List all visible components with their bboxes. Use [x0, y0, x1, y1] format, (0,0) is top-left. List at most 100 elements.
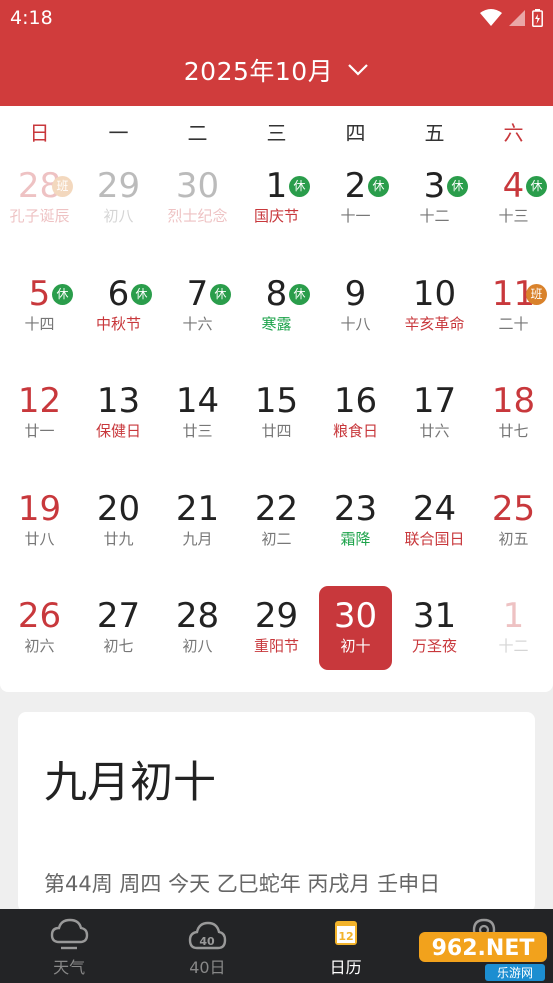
- day-number: 22: [254, 488, 299, 529]
- day-lunar-label: 二十: [498, 314, 529, 333]
- workday-badge: 班: [52, 176, 73, 197]
- weekday-label: 三: [266, 120, 287, 145]
- day-cell[interactable]: 27 初七: [79, 586, 158, 694]
- day-cell[interactable]: 1 十二: [474, 586, 553, 694]
- day-lunar-label: 中秋节: [95, 314, 141, 333]
- day-cell[interactable]: 6 中秋节休: [79, 264, 158, 372]
- day-number: 16: [333, 381, 378, 421]
- day-cell[interactable]: 7 十六休: [158, 264, 237, 372]
- lunar-date-info: 第44周 周四 今天 乙巳蛇年 丙戌月 壬申日: [44, 872, 441, 896]
- holiday-badge: 休: [210, 283, 231, 305]
- day-cell[interactable]: 28 孔子诞辰班: [0, 156, 79, 264]
- day-lunar-label: 联合国日: [404, 529, 465, 548]
- day-number: 31: [412, 596, 457, 636]
- tab-2[interactable]: 12 日历: [277, 909, 415, 983]
- chevron-down-icon[interactable]: [347, 63, 369, 77]
- day-cell[interactable]: 20 廿九: [79, 479, 158, 587]
- day-lunar-label: 重阳节: [253, 637, 299, 655]
- day-lunar-label: 寒露: [261, 314, 292, 333]
- day-cell[interactable]: 29 重阳节: [237, 586, 316, 694]
- day-cell[interactable]: 19 廿八: [0, 479, 79, 587]
- day-lunar-label: 廿七: [498, 422, 529, 440]
- day-cell[interactable]: 16 粮食日: [316, 371, 395, 479]
- status-time: 4:18: [10, 7, 53, 29]
- tab-label: 40日: [189, 958, 226, 977]
- day-number: 27: [96, 596, 141, 636]
- day-number: 1: [502, 596, 525, 636]
- status-bar: 4:18: [0, 0, 553, 36]
- day-cell[interactable]: 3 十二休: [395, 156, 474, 264]
- day-cell[interactable]: 28 初八: [158, 586, 237, 694]
- weekday-label: 日: [29, 120, 50, 145]
- day-cell[interactable]: 24 联合国日: [395, 479, 474, 587]
- day-lunar-label: 廿六: [419, 422, 450, 440]
- wifi-icon: [480, 9, 502, 26]
- day-cell[interactable]: 14 廿三: [158, 371, 237, 479]
- holiday-badge: 休: [368, 176, 389, 197]
- day-cell[interactable]: 11 二十班: [474, 264, 553, 372]
- day-lunar-label: 廿八: [24, 529, 55, 548]
- day-cell[interactable]: 31 万圣夜: [395, 586, 474, 694]
- battery-icon: [532, 9, 543, 27]
- day-lunar-label: 初六: [24, 637, 55, 655]
- day-cell[interactable]: 9 十八: [316, 264, 395, 372]
- svg-text:乐游网: 乐游网: [497, 966, 533, 980]
- day-lunar-label: 初十: [340, 637, 371, 655]
- day-cell[interactable]: 12 廿一: [0, 371, 79, 479]
- day-lunar-label: 万圣夜: [411, 637, 457, 655]
- day-number: 18: [491, 381, 536, 421]
- day-lunar-label: 十六: [182, 314, 213, 333]
- day-cell-selected[interactable]: 30 初十: [316, 586, 395, 694]
- holiday-badge: 休: [52, 283, 73, 305]
- signal-icon: [509, 10, 525, 26]
- svg-text:40: 40: [200, 935, 216, 948]
- day-cell[interactable]: 2 十一休: [316, 156, 395, 264]
- day-cell[interactable]: 25 初五: [474, 479, 553, 587]
- day-lunar-label: 初八: [103, 207, 134, 225]
- lunar-card[interactable]: 九月初十 第44周 周四 今天 乙巳蛇年 丙戌月 壬申日: [18, 712, 535, 912]
- day-number: 25: [491, 488, 536, 529]
- day-cell[interactable]: 22 初二: [237, 479, 316, 587]
- day-cell[interactable]: 10 辛亥革命: [395, 264, 474, 372]
- day-number: 12: [17, 381, 62, 421]
- day-number: 21: [175, 488, 220, 529]
- day-number: 20: [96, 488, 141, 529]
- tab-1[interactable]: 40 40日: [138, 909, 276, 983]
- day-cell[interactable]: 30 烈士纪念: [158, 156, 237, 264]
- cloud-icon: [0, 916, 138, 952]
- day-cell[interactable]: 26 初六: [0, 586, 79, 694]
- day-cell[interactable]: 4 十三休: [474, 156, 553, 264]
- day-cell[interactable]: 21 九月: [158, 479, 237, 587]
- day-cell[interactable]: 18 廿七: [474, 371, 553, 479]
- day-number: 15: [254, 381, 299, 421]
- day-number: 30: [175, 166, 220, 206]
- day-cell[interactable]: 5 十四休: [0, 264, 79, 372]
- holiday-badge: 休: [289, 176, 310, 197]
- month-title[interactable]: 2025年10月: [184, 52, 333, 88]
- weekday-label: 六: [503, 120, 524, 145]
- weekday-label: 一: [108, 120, 129, 145]
- day-lunar-label: 九月: [182, 529, 213, 548]
- day-lunar-label: 廿三: [182, 422, 213, 440]
- day-lunar-label: 辛亥革命: [404, 314, 465, 333]
- day-lunar-label: 霜降: [340, 529, 371, 548]
- day-cell[interactable]: 8 寒露休: [237, 264, 316, 372]
- day-cell[interactable]: 1 国庆节休: [237, 156, 316, 264]
- day-lunar-label: 廿四: [261, 422, 292, 440]
- holiday-badge: 休: [131, 283, 152, 305]
- day-cell[interactable]: 13 保健日: [79, 371, 158, 479]
- day-lunar-label: 初二: [261, 529, 292, 548]
- month-header[interactable]: 2025年10月: [0, 36, 553, 106]
- day-cell[interactable]: 23 霜降: [316, 479, 395, 587]
- day-lunar-label: 十三: [498, 207, 529, 225]
- day-cell[interactable]: 29 初八: [79, 156, 158, 264]
- day-cell[interactable]: 15 廿四: [237, 371, 316, 479]
- day-lunar-label: 初五: [498, 529, 529, 548]
- day-lunar-label: 十二: [419, 207, 450, 225]
- tab-0[interactable]: 天气: [0, 909, 138, 983]
- day-lunar-label: 国庆节: [253, 207, 299, 225]
- day-lunar-label: 十二: [498, 637, 529, 655]
- day-lunar-label: 十四: [24, 314, 55, 333]
- day-number: 13: [96, 381, 141, 421]
- day-cell[interactable]: 17 廿六: [395, 371, 474, 479]
